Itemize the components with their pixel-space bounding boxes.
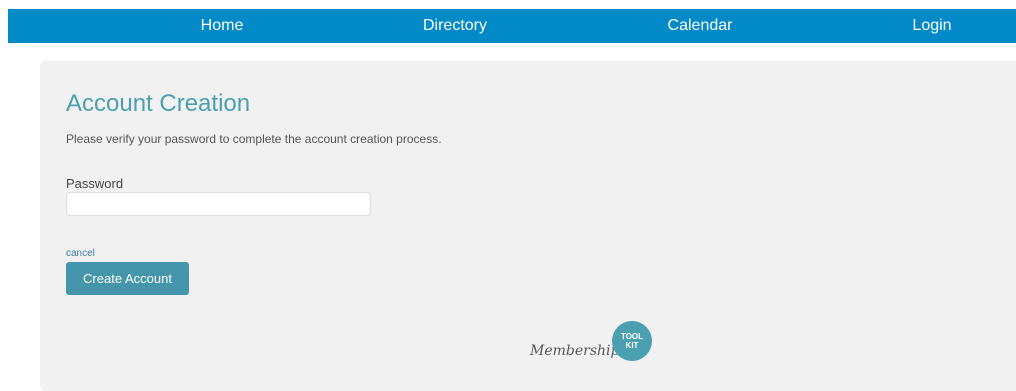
logo-badge: TOOL KIT <box>612 321 652 361</box>
logo-badge-line2: KIT <box>625 341 639 350</box>
nav-link-home[interactable]: Home <box>201 9 244 43</box>
top-navbar: Home Directory Calendar Login <box>8 9 1016 43</box>
cancel-link[interactable]: cancel <box>66 248 95 259</box>
nav-link-directory[interactable]: Directory <box>423 9 487 43</box>
membership-toolkit-logo: Membership TOOL KIT <box>530 321 655 369</box>
nav-link-calendar[interactable]: Calendar <box>668 9 733 43</box>
account-creation-panel: Account Creation Please verify your pass… <box>40 61 1016 391</box>
logo-script-text: Membership <box>530 343 620 359</box>
logo-badge-line1: TOOL <box>620 332 644 341</box>
instructions-text: Please verify your password to complete … <box>66 132 442 146</box>
create-account-button[interactable]: Create Account <box>66 262 189 295</box>
page-title: Account Creation <box>66 90 251 117</box>
password-label: Password <box>66 176 124 191</box>
password-input[interactable] <box>66 192 371 216</box>
nav-link-login[interactable]: Login <box>912 9 951 43</box>
